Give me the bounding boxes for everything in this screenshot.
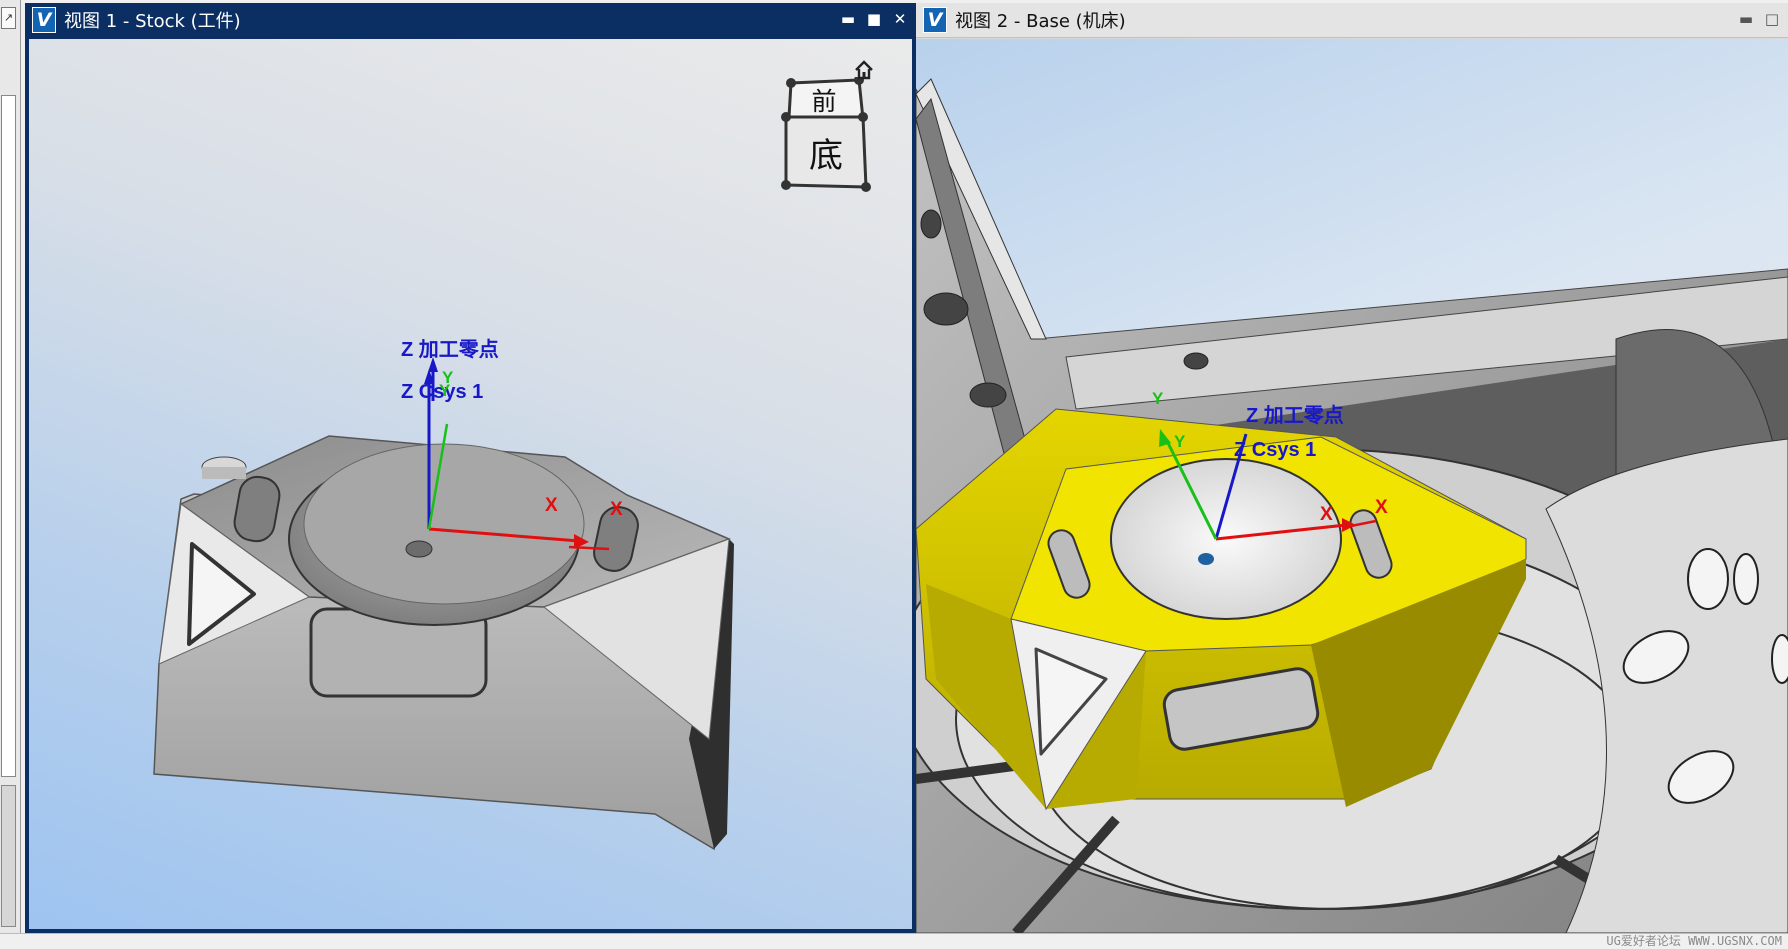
y-axis-label-upper: Y (1152, 389, 1164, 408)
view1-titlebar[interactable]: V 视图 1 - Stock (工件) ▬ ■ ✕ (25, 3, 916, 37)
viewport-machine[interactable]: V 视图 2 - Base (机床) ▬ □ Z 加工零点 Z Csys 1 Y… (916, 3, 1788, 933)
csys-label: Z Csys 1 (1234, 439, 1317, 461)
side-panel-lower (1, 785, 16, 927)
left-panel-strip: ↗ (0, 0, 21, 948)
x-axis-label-secondary: X (1375, 497, 1388, 518)
minimize-icon[interactable]: ▬ (838, 9, 858, 29)
app-logo-icon: V (32, 7, 56, 33)
home-icon[interactable] (853, 59, 875, 81)
watermark: UG爱好者论坛 WWW.UGSNX.COM (1606, 934, 1782, 948)
viewport-stock[interactable]: V 视图 1 - Stock (工件) ▬ ■ ✕ Z 加工零点 Z Csys … (25, 3, 916, 933)
nav-cube-top-face: 前 (811, 87, 836, 116)
machining-zero-label: Z 加工零点 (401, 339, 499, 361)
graphics-canvas[interactable]: Z 加工零点 Z Csys 1 Y Y X X 前 底 (29, 39, 912, 929)
maximize-icon[interactable]: □ (1762, 9, 1782, 29)
x-axis-label-secondary: X (610, 499, 623, 520)
view-nav-cube[interactable]: 前 底 (771, 77, 901, 217)
close-icon[interactable]: ✕ (890, 9, 910, 29)
app-logo-icon: V (923, 7, 947, 33)
graphics-canvas[interactable]: Z 加工零点 Z Csys 1 Y Y X X (916, 39, 1788, 933)
nav-cube-front-face: 底 (809, 136, 843, 176)
pocket-floor (303, 443, 585, 605)
status-strip: UG爱好者论坛 WWW.UGSNX.COM (0, 933, 1788, 949)
boss-side (202, 467, 246, 479)
maximize-icon[interactable]: ■ (864, 9, 884, 29)
machining-zero-label: Z 加工零点 (1246, 405, 1344, 427)
view2-titlebar[interactable]: V 视图 2 - Base (机床) ▬ □ (916, 3, 1788, 38)
restore-icon[interactable]: ↗ (1, 7, 16, 29)
view1-title: 视图 1 - Stock (工件) (64, 11, 241, 32)
view2-title: 视图 2 - Base (机床) (955, 11, 1126, 32)
minimize-icon[interactable]: ▬ (1736, 9, 1756, 29)
y-axis-label-lower: Y (1174, 432, 1186, 451)
side-panel (1, 95, 16, 777)
y-axis-label-lower: Y (439, 381, 451, 400)
machine-model (916, 78, 1788, 933)
center-hole (405, 540, 433, 558)
x-axis-label-main: X (1320, 504, 1333, 525)
x-axis-label-main: X (545, 495, 558, 516)
